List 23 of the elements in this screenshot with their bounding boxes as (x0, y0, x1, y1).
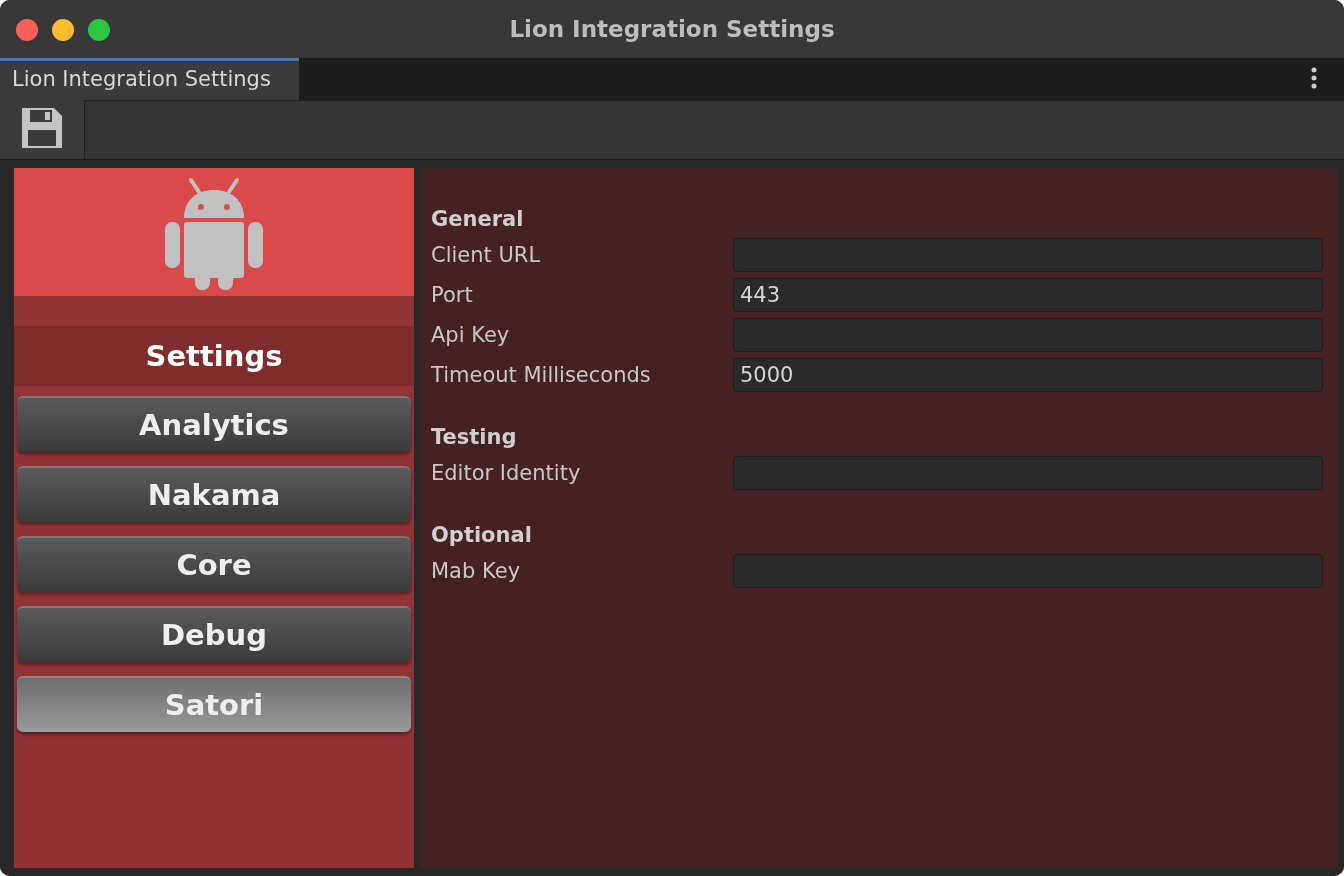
sidebar-item[interactable]: Core (17, 536, 411, 592)
more-options-icon[interactable] (1310, 66, 1318, 90)
sidebar-item[interactable]: Analytics (17, 396, 411, 452)
zoom-window-icon[interactable] (88, 19, 110, 41)
section-heading: Testing (431, 424, 518, 451)
field-label: Client URL (431, 243, 542, 267)
section-heading: Optional (431, 522, 533, 549)
window-title: Lion Integration Settings (509, 16, 835, 42)
input-field[interactable]: 443 (733, 278, 1323, 312)
field-label: Timeout Milliseconds (431, 363, 652, 387)
input-field[interactable]: 5000 (733, 358, 1323, 392)
sidebar-item[interactable]: Nakama (17, 466, 411, 522)
close-window-icon[interactable] (16, 19, 38, 41)
field-label: Api Key (431, 323, 511, 347)
field-label: Port (431, 283, 474, 307)
field-label: Editor Identity (431, 461, 582, 485)
sidebar-item[interactable]: Debug (17, 606, 411, 662)
section-heading: General (431, 206, 525, 233)
minimize-window-icon[interactable] (52, 19, 74, 41)
android-robot-icon (165, 176, 263, 290)
field-label: Mab Key (431, 559, 522, 583)
sidebar-header: Settings (14, 326, 414, 386)
tab[interactable]: Lion Integration Settings (0, 58, 299, 100)
